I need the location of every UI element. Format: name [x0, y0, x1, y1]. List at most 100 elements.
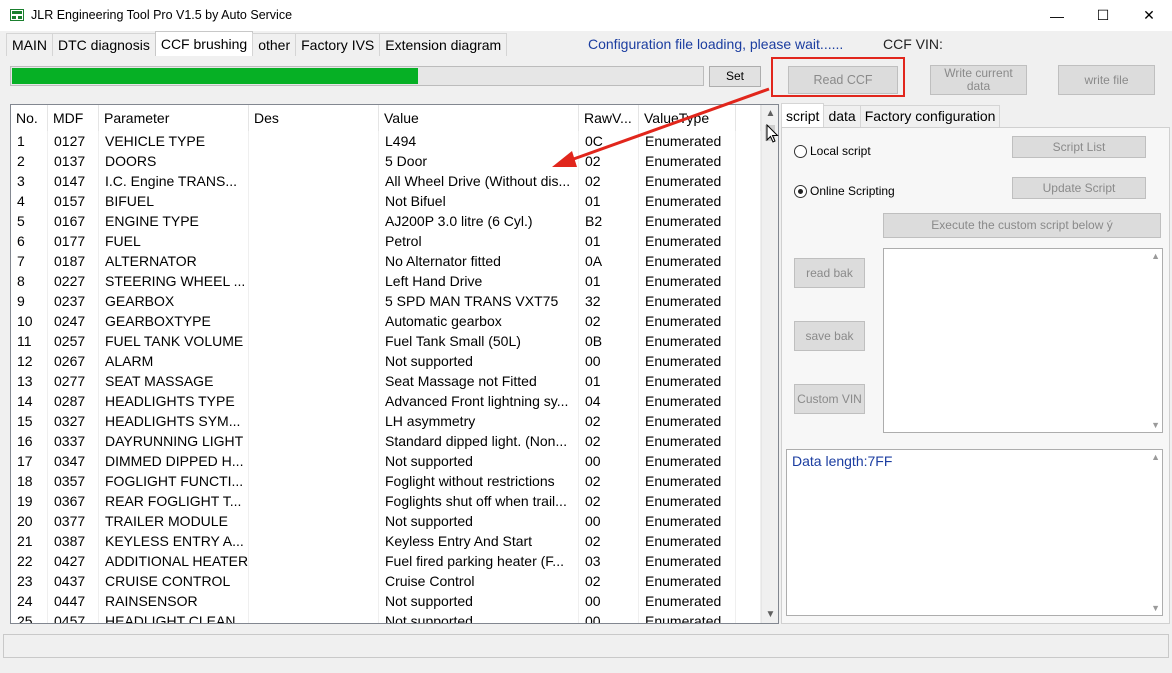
online-scripting-label: Online Scripting	[810, 184, 895, 198]
minimize-button[interactable]: —	[1034, 0, 1080, 31]
cell-value-type: Enumerated	[639, 611, 736, 623]
table-row[interactable]: 16 0337 DAYRUNNING LIGHT Standard dipped li…	[11, 431, 761, 451]
column-header-mdf[interactable]: MDF	[48, 105, 99, 131]
cell-no: 10	[11, 311, 48, 331]
chevron-down-icon[interactable]: ▼	[1151, 603, 1160, 613]
cell-des	[249, 611, 379, 623]
table-row[interactable]: 23 0437 CRUISE CONTROL Cruise Control 02 Enum…	[11, 571, 761, 591]
tab-data[interactable]: data	[823, 105, 861, 127]
table-row[interactable]: 8 0227 STEERING WHEEL ... Left Hand Drive 01…	[11, 271, 761, 291]
tab-factory-ivs[interactable]: Factory IVS	[295, 33, 381, 56]
table-row[interactable]: 19 0367 REAR FOGLIGHT T... Foglights shut o…	[11, 491, 761, 511]
cell-des	[249, 151, 379, 171]
cell-parameter: FUEL	[99, 231, 249, 251]
cell-des	[249, 531, 379, 551]
table-row[interactable]: 6 0177 FUEL Petrol 01 Enumerated	[11, 231, 761, 251]
cell-extra	[736, 451, 761, 471]
cell-parameter: HEADLIGHTS SYM...	[99, 411, 249, 431]
table-row[interactable]: 21 0387 KEYLESS ENTRY A... Keyless Entry An…	[11, 531, 761, 551]
column-header-parameter[interactable]: Parameter	[99, 105, 249, 131]
cell-extra	[736, 271, 761, 291]
cell-raw-value: 02	[579, 471, 639, 491]
table-row[interactable]: 17 0347 DIMMED DIPPED H... Not supported 00 E…	[11, 451, 761, 471]
custom-vin-button[interactable]: Custom VIN	[794, 384, 865, 414]
table-row[interactable]: 22 0427 ADDITIONAL HEATER Fuel fired parkin…	[11, 551, 761, 571]
table-row[interactable]: 14 0287 HEADLIGHTS TYPE Advanced Front ligh…	[11, 391, 761, 411]
tab-main[interactable]: MAIN	[6, 33, 53, 56]
cell-value-type: Enumerated	[639, 491, 736, 511]
cell-mdf: 0187	[48, 251, 99, 271]
cell-mdf: 0127	[48, 131, 99, 151]
online-scripting-radio[interactable]: Online Scripting	[794, 184, 895, 198]
mouse-cursor-icon	[766, 124, 779, 143]
cell-no: 20	[11, 511, 48, 531]
table-row[interactable]: 7 0187 ALTERNATOR No Alternator fitted 0A Enu…	[11, 251, 761, 271]
tab-other[interactable]: other	[252, 33, 297, 56]
column-header-des[interactable]: Des	[249, 105, 379, 131]
cell-no: 23	[11, 571, 48, 591]
cell-extra	[736, 211, 761, 231]
write-file-button[interactable]: write file	[1058, 65, 1155, 95]
custom-script-textarea[interactable]: ▲ ▼	[883, 248, 1163, 433]
cell-raw-value: 02	[579, 491, 639, 511]
table-row[interactable]: 24 0447 RAINSENSOR Not supported 00 Enumerate…	[11, 591, 761, 611]
table-row[interactable]: 4 0157 BIFUEL Not Bifuel 01 Enumerated	[11, 191, 761, 211]
read-bak-button[interactable]: read bak	[794, 258, 865, 288]
cell-des	[249, 351, 379, 371]
local-script-radio[interactable]: Local script	[794, 144, 871, 158]
table-row[interactable]: 5 0167 ENGINE TYPE AJ200P 3.0 litre (6 Cyl.…	[11, 211, 761, 231]
table-row[interactable]: 13 0277 SEAT MASSAGE Seat Massage not Fitte…	[11, 371, 761, 391]
cell-value-type: Enumerated	[639, 271, 736, 291]
close-button[interactable]: ✕	[1126, 0, 1172, 31]
radio-checked-icon	[794, 184, 807, 198]
table-row[interactable]: 25 0457 HEADLIGHT CLEAN... Not supported 00 E…	[11, 611, 761, 623]
table-row[interactable]: 10 0247 GEARBOXTYPE Automatic gearbox 02 Enum…	[11, 311, 761, 331]
radio-unchecked-icon	[794, 144, 807, 158]
chevron-up-icon[interactable]: ▲	[1151, 452, 1160, 462]
table-row[interactable]: 15 0327 HEADLIGHTS SYM... LH asymmetry 02 Enu…	[11, 411, 761, 431]
cell-parameter: ALTERNATOR	[99, 251, 249, 271]
tab-dtc-diagnosis[interactable]: DTC diagnosis	[52, 33, 156, 56]
update-script-button[interactable]: Update Script	[1012, 177, 1146, 199]
tab-extension-diagram[interactable]: Extension diagram	[379, 33, 508, 56]
chevron-down-icon[interactable]: ▼	[1151, 420, 1160, 430]
table-row[interactable]: 11 0257 FUEL TANK VOLUME Fuel Tank Small (5…	[11, 331, 761, 351]
local-script-label: Local script	[810, 144, 871, 158]
cell-extra	[736, 351, 761, 371]
tab-script[interactable]: script	[781, 103, 825, 127]
cell-mdf: 0177	[48, 231, 99, 251]
cell-mdf: 0367	[48, 491, 99, 511]
save-bak-button[interactable]: save bak	[794, 321, 865, 351]
column-header-no[interactable]: No.	[11, 105, 48, 131]
script-list-button[interactable]: Script List	[1012, 136, 1146, 158]
cell-no: 13	[11, 371, 48, 391]
table-row[interactable]: 18 0357 FOGLIGHT FUNCTI... Foglight without…	[11, 471, 761, 491]
cell-mdf: 0377	[48, 511, 99, 531]
cell-extra	[736, 611, 761, 623]
tab-factory-configuration[interactable]: Factory configuration	[859, 105, 1001, 127]
cell-des	[249, 251, 379, 271]
cell-des	[249, 211, 379, 231]
cell-value: Not Bifuel	[379, 191, 579, 211]
tab-ccf-brushing[interactable]: CCF brushing	[154, 31, 254, 56]
cell-value-type: Enumerated	[639, 231, 736, 251]
cell-extra	[736, 191, 761, 211]
cell-raw-value: 01	[579, 191, 639, 211]
cell-des	[249, 271, 379, 291]
execute-custom-script-button[interactable]: Execute the custom script below ý	[883, 213, 1161, 238]
maximize-button[interactable]: ☐	[1080, 0, 1126, 31]
table-row[interactable]: 9 0237 GEARBOX 5 SPD MAN TRANS VXT75 32 Enume…	[11, 291, 761, 311]
write-current-data-button[interactable]: Write current data	[930, 65, 1027, 95]
chevron-up-icon[interactable]: ▲	[1151, 251, 1160, 261]
cell-no: 16	[11, 431, 48, 451]
table-vertical-scrollbar[interactable]: ▲ ▼	[761, 105, 778, 623]
cell-extra	[736, 471, 761, 491]
table-row[interactable]: 12 0267 ALARM Not supported 00 Enumerated	[11, 351, 761, 371]
cell-mdf: 0337	[48, 431, 99, 451]
cell-raw-value: 00	[579, 511, 639, 531]
chevron-down-icon[interactable]: ▼	[762, 606, 778, 623]
ccf-parameter-table: No. MDF Parameter Des Value RawV... Valu…	[10, 104, 779, 624]
cell-parameter: KEYLESS ENTRY A...	[99, 531, 249, 551]
table-row[interactable]: 20 0377 TRAILER MODULE Not supported 00 Enume…	[11, 511, 761, 531]
data-output-textarea[interactable]: Data length:7FF ▲ ▼	[786, 449, 1163, 616]
